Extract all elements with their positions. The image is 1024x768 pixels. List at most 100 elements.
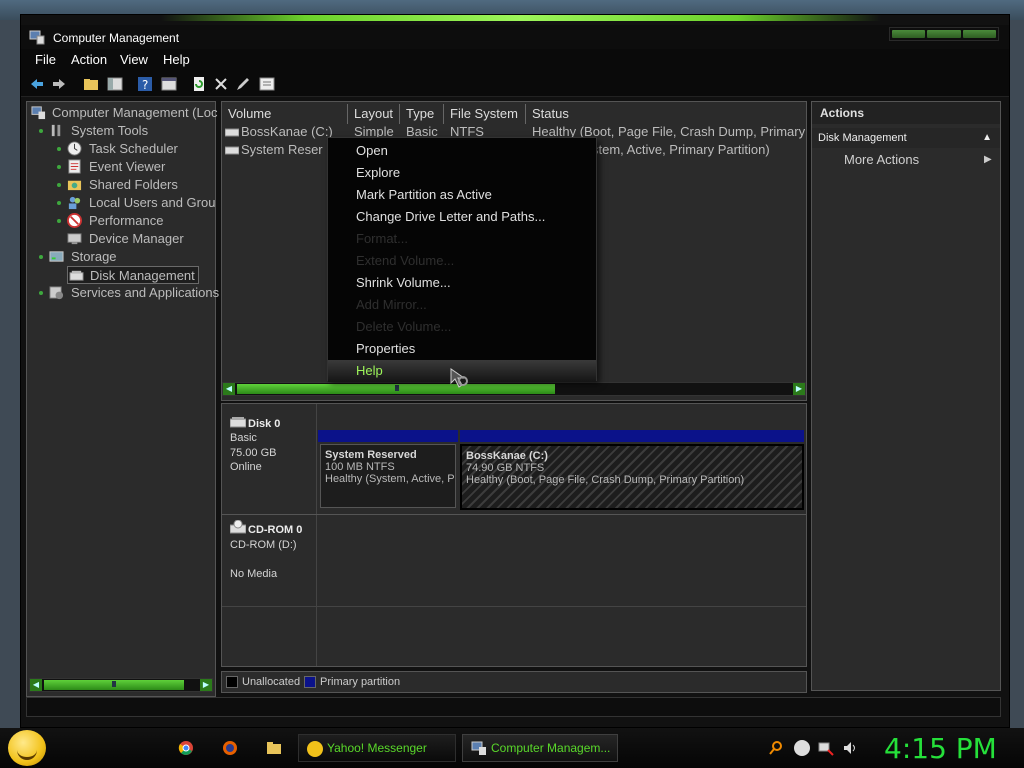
computer-management-icon [31,106,46,120]
yahoo-smiley-icon [307,741,323,757]
disk-row-divider [222,514,806,515]
expand-bullet-icon[interactable] [57,183,61,187]
performance-icon [67,213,82,228]
drive-icon [225,128,239,137]
refresh-icon[interactable] [191,76,207,92]
scroll-right-icon[interactable]: ▶ [793,383,805,395]
chrome-icon[interactable] [178,740,194,756]
partition-legend: Unallocated Primary partition [221,671,807,693]
menu-action[interactable]: Action [71,52,107,67]
firefox-icon[interactable] [222,740,238,756]
delete-icon[interactable] [213,76,229,92]
disk-label-divider [316,404,317,666]
system-reserved-bar [318,430,458,442]
expand-bullet-icon[interactable] [57,201,61,205]
more-actions-label: More Actions [844,152,920,167]
actions-section-disk-management[interactable]: Disk Management ▲ [812,128,1000,148]
explorer-folder-icon[interactable] [266,740,282,756]
search-icon[interactable] [768,740,784,756]
scroll-left-icon[interactable]: ◀ [223,383,235,395]
collapse-arrow-icon[interactable]: ▲ [982,128,992,148]
cdrom-name: CD-ROM 0 [248,524,303,536]
partition-status: Healthy (Boot, Page File, Crash Dump, Pr… [466,474,745,486]
volume-name: BossKanae (C:) [241,124,333,139]
context-menu-add-mirror: Add Mirror... [356,297,427,312]
edit-icon[interactable] [235,76,251,92]
back-arrow-icon[interactable] [29,76,45,92]
tree-label: Shared Folders [89,177,178,192]
tree-label: Services and Applications [71,285,220,300]
scroll-right-icon[interactable]: ▶ [200,679,212,691]
computer-management-icon [471,741,486,755]
submenu-arrow-icon[interactable]: ▶ [984,154,992,165]
forward-arrow-icon[interactable] [51,76,67,92]
help-icon[interactable]: ? [137,76,153,92]
expand-bullet-icon[interactable] [57,147,61,151]
context-menu-delete: Delete Volume... [356,319,452,334]
expand-bullet-icon[interactable] [39,255,43,259]
mouse-cursor-icon [450,368,468,388]
storage-icon [49,251,64,262]
computer-management-icon [29,30,45,45]
tree-label: Event Viewer [89,159,166,174]
volume-speaker-icon[interactable] [842,740,858,756]
more-actions[interactable]: More Actions [844,152,919,167]
taskbar-computer-management[interactable]: Computer Managem... [462,734,618,762]
clock-icon [67,141,82,156]
tree-horizontal-scrollbar[interactable]: ◀ ▶ [29,678,213,692]
taskbar-label: Computer Managem... [491,741,611,755]
column-header-type[interactable]: Type [400,104,444,124]
column-header-layout[interactable]: Layout [348,104,400,124]
expand-bullet-icon[interactable] [57,165,61,169]
window-controls [889,27,999,41]
context-menu-open[interactable]: Open [328,140,596,162]
context-menu-properties[interactable]: Properties [328,338,596,360]
disk-row-divider [222,606,806,607]
taskbar-clock[interactable]: 4:15 PM [884,732,997,765]
taskbar-label: Yahoo! Messenger [327,741,427,755]
taskbar-yahoo-messenger[interactable]: Yahoo! Messenger [298,734,456,762]
context-menu-extend: Extend Volume... [356,253,455,268]
disk-icon [69,270,84,281]
close-button[interactable] [962,30,996,38]
up-folder-icon[interactable] [83,76,99,92]
context-menu-shrink[interactable]: Shrink Volume... [328,272,596,294]
column-header-volume[interactable]: Volume [222,104,348,124]
rescan-disks-icon[interactable] [259,76,275,92]
show-hide-tree-icon[interactable] [107,76,123,92]
expand-bullet-icon[interactable] [39,291,43,295]
minimize-button[interactable] [892,30,926,38]
scroll-left-icon[interactable]: ◀ [30,679,42,691]
context-menu: Open Explore Mark Partition as Active Ch… [327,137,597,382]
tree-label: Storage [71,249,117,264]
expand-bullet-icon[interactable] [57,219,61,223]
context-menu-format: Format... [356,231,409,246]
disk-status: Online [230,461,262,473]
volume-list-horizontal-scrollbar[interactable]: ◀ ▶ [222,382,806,396]
column-header-filesystem[interactable]: File System [444,104,526,124]
tray-status-icon[interactable] [794,740,810,756]
partition-bosskanae[interactable]: BossKanae (C:) 74.90 GB NTFS Healthy (Bo… [460,444,804,510]
tree-item-disk-management[interactable]: Disk Management [67,266,199,284]
tools-icon [51,124,61,137]
disk-name: Disk 0 [248,418,281,430]
title-bar[interactable]: Computer Management [21,25,1009,49]
legend-unallocated: Unallocated [242,676,301,688]
menu-help[interactable]: Help [163,52,190,67]
start-button[interactable] [8,730,46,766]
expand-bullet-icon[interactable] [39,129,43,133]
maximize-button[interactable] [927,30,961,38]
properties-view-icon[interactable] [161,76,177,92]
shared-folder-icon [67,180,82,191]
disk-type: Basic [230,432,257,444]
network-icon[interactable] [818,740,834,756]
partition-name: BossKanae (C:) [466,450,548,462]
context-menu-change-drive-letter[interactable]: Change Drive Letter and Paths... [328,206,596,228]
partition-system-reserved[interactable]: System Reserved 100 MB NTFS Healthy (Sys… [320,444,456,508]
column-header-status[interactable]: Status [526,104,806,124]
menu-view[interactable]: View [120,52,148,67]
menu-file[interactable]: File [35,52,56,67]
context-menu-mark-active[interactable]: Mark Partition as Active [328,184,596,206]
context-menu-explore[interactable]: Explore [328,162,596,184]
tree-label: System Tools [71,123,149,138]
